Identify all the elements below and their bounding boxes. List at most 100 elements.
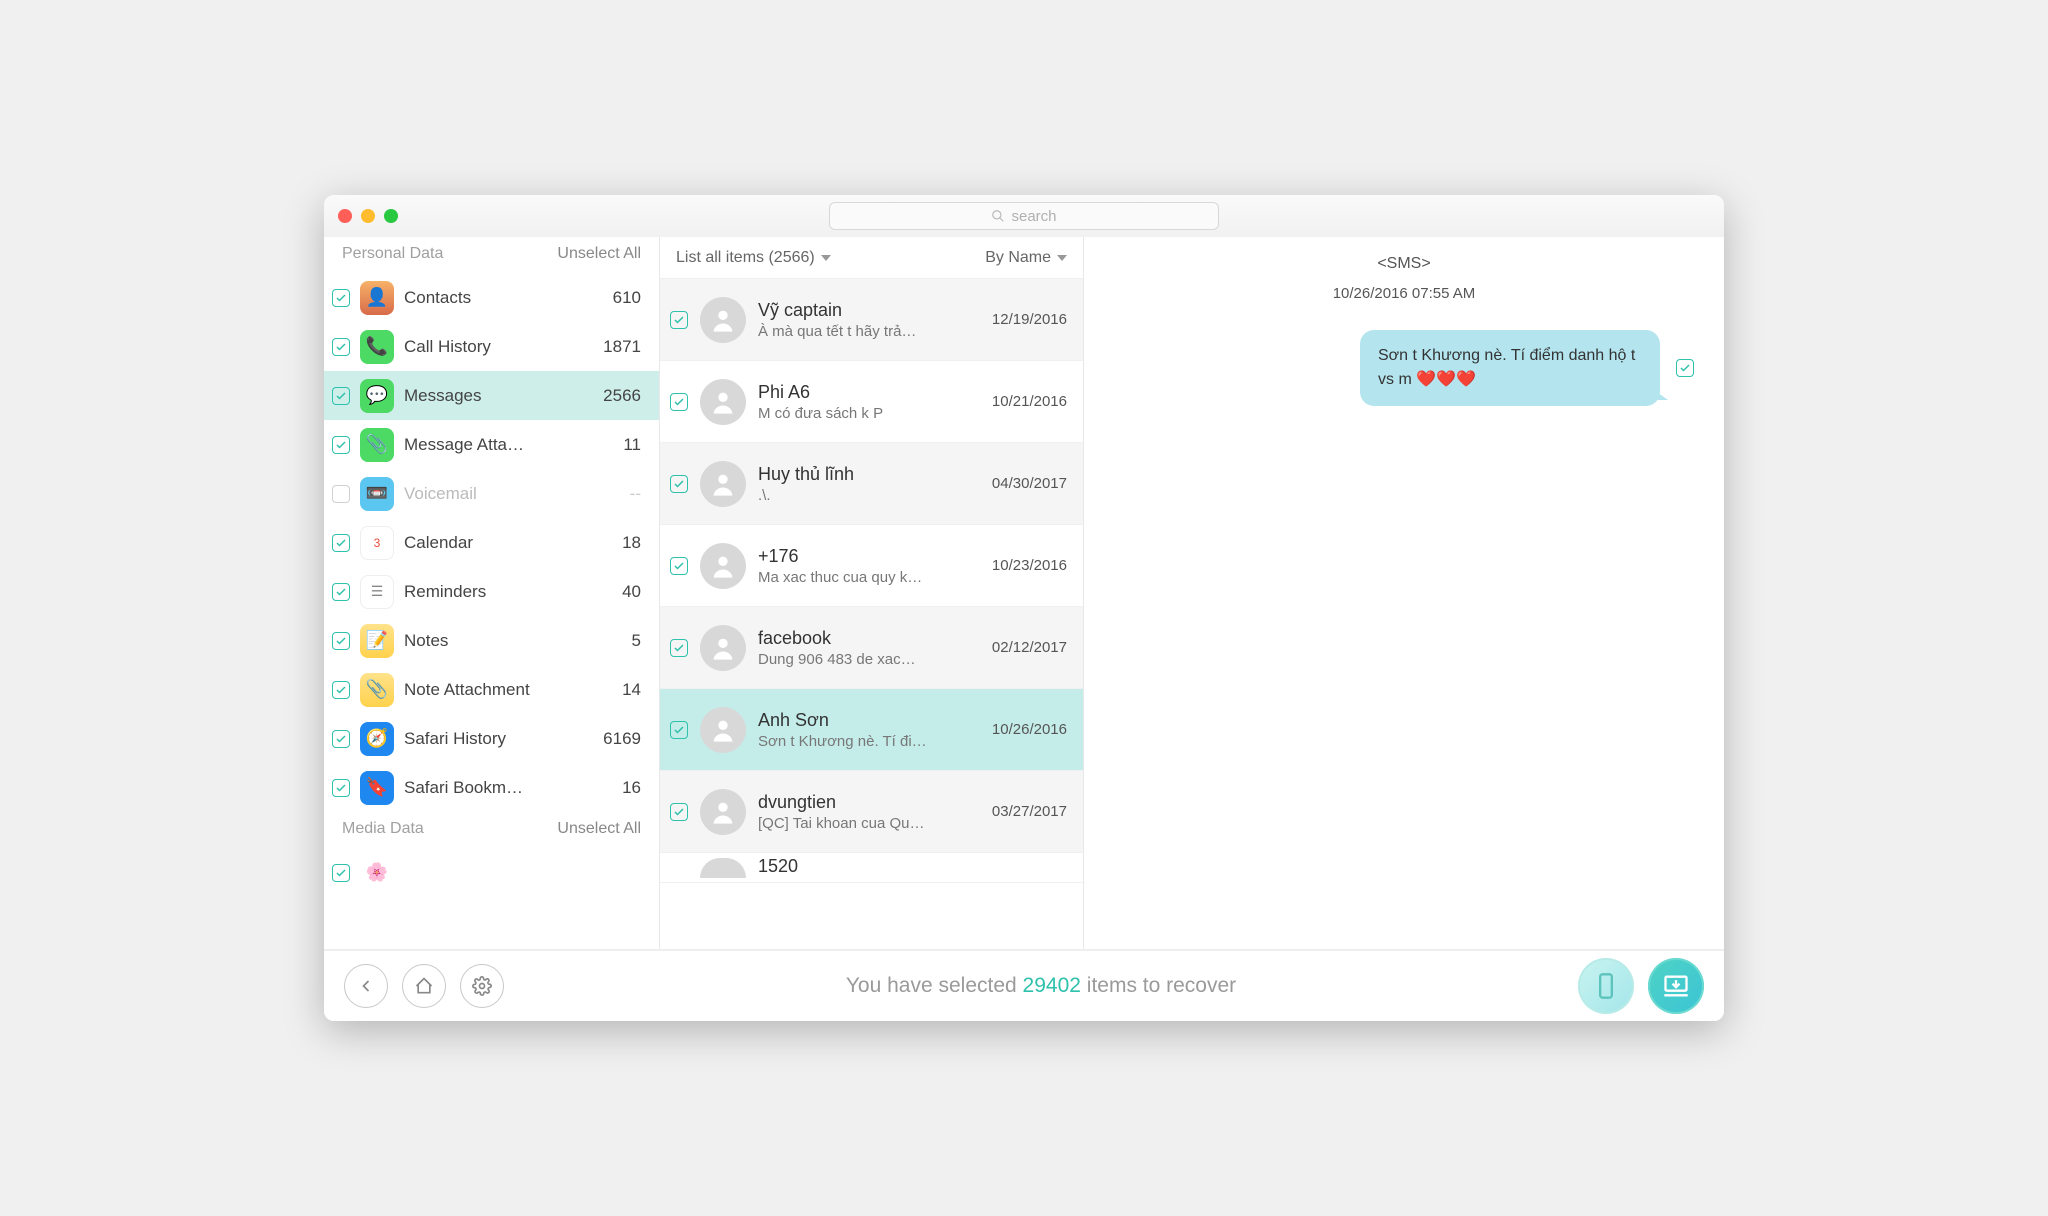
attachment-icon: 📎 bbox=[360, 428, 394, 462]
list-filter-label: List all items (2566) bbox=[676, 249, 815, 267]
checkbox[interactable] bbox=[670, 557, 688, 575]
checkbox[interactable] bbox=[670, 393, 688, 411]
list-filter-dropdown[interactable]: List all items (2566) bbox=[676, 249, 831, 267]
section-title: Personal Data bbox=[342, 245, 443, 263]
search-icon bbox=[991, 209, 1005, 223]
message-bubble-row: Sơn t Khương nè. Tí điểm danh hộ t vs m … bbox=[1106, 330, 1702, 406]
minimize-window-button[interactable] bbox=[361, 209, 375, 223]
checkbox[interactable] bbox=[670, 639, 688, 657]
checkbox[interactable] bbox=[670, 803, 688, 821]
sidebar-item-count: -- bbox=[630, 484, 641, 504]
checkbox[interactable] bbox=[332, 387, 350, 405]
sidebar-item-count: 2566 bbox=[603, 386, 641, 406]
checkbox[interactable] bbox=[332, 864, 350, 882]
sidebar-item-reminders[interactable]: ☰ Reminders 40 bbox=[324, 567, 659, 616]
checkbox[interactable] bbox=[332, 289, 350, 307]
list-item[interactable]: facebook Dung 906 483 de xac… 02/12/2017 bbox=[660, 607, 1083, 689]
checkbox[interactable] bbox=[332, 485, 350, 503]
sidebar-item-notes[interactable]: 📝 Notes 5 bbox=[324, 616, 659, 665]
list-item[interactable]: Huy thủ lĩnh .\. 04/30/2017 bbox=[660, 443, 1083, 525]
sidebar-item-count: 610 bbox=[613, 288, 641, 308]
list-item[interactable]: dvungtien [QC] Tai khoan cua Qu… 03/27/2… bbox=[660, 771, 1083, 853]
sidebar-item-messages[interactable]: 💬 Messages 2566 bbox=[324, 371, 659, 420]
sidebar-item-voicemail[interactable]: 📼 Voicemail -- bbox=[324, 469, 659, 518]
sidebar-item-safari-history[interactable]: 🧭 Safari History 6169 bbox=[324, 714, 659, 763]
checkbox[interactable] bbox=[332, 338, 350, 356]
message-date: 02/12/2017 bbox=[992, 639, 1067, 656]
checkbox[interactable] bbox=[670, 311, 688, 329]
sidebar-item-media-partial[interactable]: 🌸 bbox=[324, 848, 659, 897]
checkbox[interactable] bbox=[332, 632, 350, 650]
settings-button[interactable] bbox=[460, 964, 504, 1008]
message-preview: M có đưa sách k P bbox=[758, 405, 980, 422]
sidebar-item-label: Notes bbox=[404, 631, 622, 651]
chevron-down-icon bbox=[821, 255, 831, 261]
sidebar-item-label: Note Attachment bbox=[404, 680, 612, 700]
message-date: 12/19/2016 bbox=[992, 311, 1067, 328]
checkbox[interactable] bbox=[332, 436, 350, 454]
note-attachment-icon: 📎 bbox=[360, 673, 394, 707]
message-detail-panel: <SMS> 10/26/2016 07:55 AM Sơn t Khương n… bbox=[1084, 237, 1724, 949]
sort-dropdown[interactable]: By Name bbox=[985, 249, 1067, 267]
sidebar-item-calendar[interactable]: 3 Calendar 18 bbox=[324, 518, 659, 567]
sidebar-item-label: Reminders bbox=[404, 582, 612, 602]
maximize-window-button[interactable] bbox=[384, 209, 398, 223]
unselect-all-button[interactable]: Unselect All bbox=[557, 820, 641, 838]
checkbox[interactable] bbox=[670, 721, 688, 739]
sidebar-section-media: Media Data Unselect All bbox=[324, 812, 659, 848]
recover-to-computer-button[interactable] bbox=[1648, 958, 1704, 1014]
back-button[interactable] bbox=[344, 964, 388, 1008]
contact-name: +176 bbox=[758, 546, 980, 567]
list-item[interactable]: 1520 bbox=[660, 853, 1083, 883]
list-item[interactable]: Vỹ captain À mà qua tết t hãy trả… 12/19… bbox=[660, 279, 1083, 361]
titlebar: search bbox=[324, 195, 1724, 237]
list-item[interactable]: Phi A6 M có đưa sách k P 10/21/2016 bbox=[660, 361, 1083, 443]
unselect-all-button[interactable]: Unselect All bbox=[557, 245, 641, 263]
checkbox[interactable] bbox=[332, 583, 350, 601]
footer-pre: You have selected bbox=[846, 974, 1023, 997]
checkbox[interactable] bbox=[1676, 359, 1694, 377]
checkbox[interactable] bbox=[332, 534, 350, 552]
sort-label: By Name bbox=[985, 249, 1051, 267]
contact-name: Phi A6 bbox=[758, 382, 980, 403]
message-list[interactable]: Vỹ captain À mà qua tết t hãy trả… 12/19… bbox=[660, 279, 1083, 949]
avatar bbox=[700, 297, 746, 343]
close-window-button[interactable] bbox=[338, 209, 352, 223]
checkbox[interactable] bbox=[332, 681, 350, 699]
home-button[interactable] bbox=[402, 964, 446, 1008]
section-title: Media Data bbox=[342, 820, 424, 838]
avatar bbox=[700, 625, 746, 671]
reminders-icon: ☰ bbox=[360, 575, 394, 609]
search-placeholder: search bbox=[1011, 208, 1056, 225]
sidebar-item-note-attachment[interactable]: 📎 Note Attachment 14 bbox=[324, 665, 659, 714]
message-date: 10/23/2016 bbox=[992, 557, 1067, 574]
contact-name: Huy thủ lĩnh bbox=[758, 464, 980, 485]
message-date: 03/27/2017 bbox=[992, 803, 1067, 820]
avatar bbox=[700, 461, 746, 507]
message-preview: Dung 906 483 de xac… bbox=[758, 651, 980, 668]
voicemail-icon: 📼 bbox=[360, 477, 394, 511]
sidebar-item-message-attachments[interactable]: 📎 Message Atta… 11 bbox=[324, 420, 659, 469]
sidebar-item-safari-bookmarks[interactable]: 🔖 Safari Bookm… 16 bbox=[324, 763, 659, 812]
sidebar-item-contacts[interactable]: 👤 Contacts 610 bbox=[324, 273, 659, 322]
list-item[interactable]: +176 Ma xac thuc cua quy k… 10/23/2016 bbox=[660, 525, 1083, 607]
contact-name: Anh Sơn bbox=[758, 710, 980, 731]
message-list-panel: List all items (2566) By Name Vỹ captain… bbox=[660, 237, 1084, 949]
recover-to-device-button[interactable] bbox=[1578, 958, 1634, 1014]
checkbox[interactable] bbox=[670, 475, 688, 493]
message-preview: [QC] Tai khoan cua Qu… bbox=[758, 815, 980, 832]
sidebar-item-label: Call History bbox=[404, 337, 593, 357]
sidebar-item-count: 5 bbox=[632, 631, 641, 651]
search-input[interactable]: search bbox=[829, 202, 1219, 230]
message-preview: À mà qua tết t hãy trả… bbox=[758, 323, 980, 340]
checkbox[interactable] bbox=[332, 779, 350, 797]
avatar bbox=[700, 858, 746, 878]
contact-name: Vỹ captain bbox=[758, 300, 980, 321]
traffic-lights bbox=[338, 209, 398, 223]
checkbox[interactable] bbox=[332, 730, 350, 748]
list-item[interactable]: Anh Sơn Sơn t Khương nè. Tí đi… 10/26/20… bbox=[660, 689, 1083, 771]
sidebar-item-call-history[interactable]: 📞 Call History 1871 bbox=[324, 322, 659, 371]
message-preview: .\. bbox=[758, 487, 980, 504]
footer-status: You have selected 29402 items to recover bbox=[518, 974, 1564, 998]
list-header: List all items (2566) By Name bbox=[660, 237, 1083, 279]
